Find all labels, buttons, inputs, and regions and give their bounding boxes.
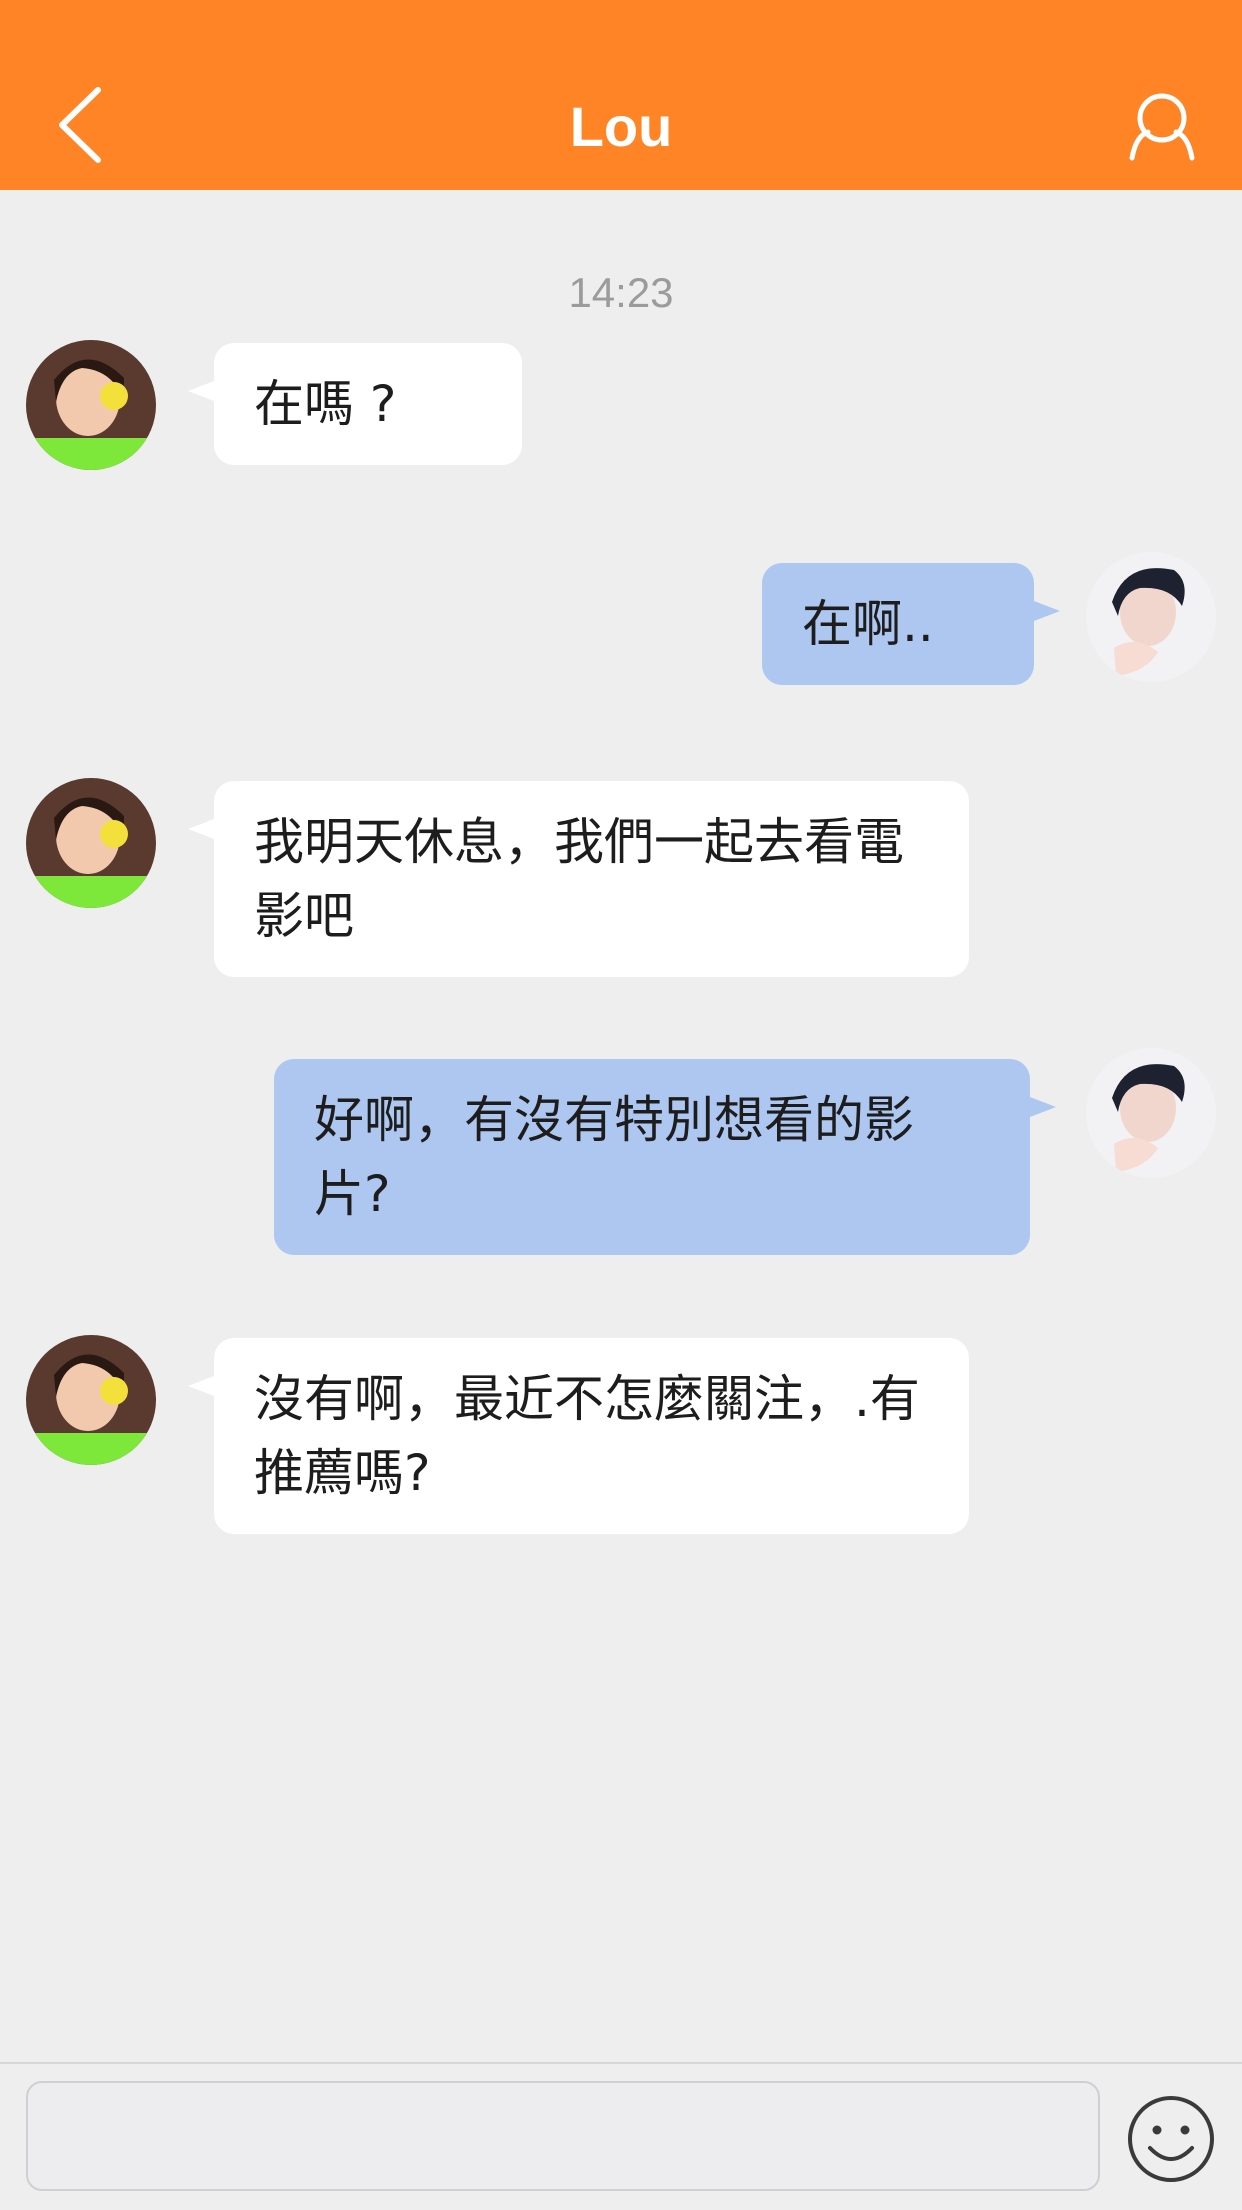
message-input-bar <box>0 2062 1242 2210</box>
message-bubble-outgoing: 在啊.. <box>762 563 1060 685</box>
user-avatar[interactable] <box>1086 552 1216 682</box>
chat-title: Lou <box>569 95 673 158</box>
chevron-left-icon <box>59 87 101 163</box>
message-input[interactable] <box>26 2081 1100 2191</box>
message-bubble-incoming: 沒有啊，最近不怎麼關注，.有推薦嗎? <box>188 1338 969 1534</box>
message-bubble-outgoing: 好啊，有沒有特別想看的影片? <box>274 1059 1056 1255</box>
user-avatar[interactable] <box>1086 1048 1216 1178</box>
message-bubble-incoming: 我明天休息，我們一起去看電影吧 <box>188 781 969 977</box>
user-profile-icon <box>1129 93 1195 161</box>
contact-avatar[interactable] <box>26 778 156 908</box>
back-button[interactable] <box>48 80 118 170</box>
contact-avatar[interactable] <box>26 1335 156 1465</box>
profile-button[interactable] <box>1122 86 1202 166</box>
message-timestamp: 14:23 <box>568 269 674 316</box>
message-bubble-incoming: 在嗎 ? <box>188 343 522 465</box>
contact-avatar[interactable] <box>26 340 156 470</box>
nav-header: Lou <box>0 0 1242 190</box>
smiley-icon <box>1128 2096 1214 2182</box>
emoji-button[interactable] <box>1126 2094 1216 2184</box>
